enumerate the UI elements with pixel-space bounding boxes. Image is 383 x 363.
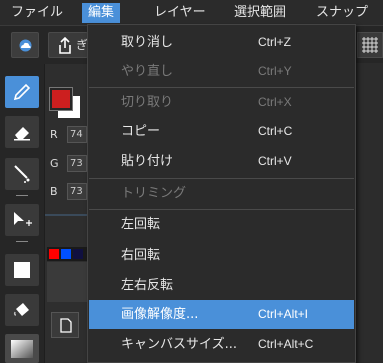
square-icon (14, 262, 30, 282)
menu-edit[interactable]: 編集 (82, 3, 121, 23)
menu-item-label: 右回転 (121, 248, 161, 263)
menu-file[interactable]: ファイル (11, 3, 63, 23)
menu-item-redo[interactable]: やり直し Ctrl+Y (89, 57, 354, 86)
cloud-icon (17, 39, 34, 56)
menu-item-label: 貼り付け (121, 154, 174, 169)
eraser-icon (12, 122, 32, 146)
g-value-field[interactable]: 73 (67, 155, 87, 172)
menu-item-cut[interactable]: 切り取り Ctrl+X (89, 88, 354, 117)
menu-item-undo[interactable]: 取り消し Ctrl+Z (89, 28, 354, 57)
grid-icon (362, 37, 378, 57)
menu-item-label: やり直し (121, 64, 174, 79)
page-button[interactable] (51, 312, 79, 338)
menu-item-label: トリミング (121, 186, 187, 201)
menu-item-label: キャンバスサイズ... (121, 337, 238, 352)
r-value-field[interactable]: 74 (67, 126, 87, 143)
share-icon (58, 36, 72, 58)
dropper-icon (12, 163, 32, 189)
primary-color-swatch[interactable] (49, 87, 73, 111)
menu-item-shortcut: Ctrl+Alt+I (258, 307, 309, 321)
pencil-icon (12, 82, 32, 106)
menu-item-flip-horizontal[interactable]: 左右反転 (89, 271, 354, 300)
menu-item-label: 左右反転 (121, 278, 174, 293)
export-button[interactable]: ぎ (48, 32, 88, 58)
right-panel-body (355, 63, 383, 363)
palette-swatch[interactable] (61, 249, 71, 259)
document-icon (60, 318, 72, 337)
bucket-icon (12, 300, 32, 324)
menu-item-shortcut: Ctrl+C (258, 124, 293, 138)
pen-tool-button[interactable] (5, 76, 39, 108)
cloud-button[interactable] (11, 32, 39, 58)
cursor-move-icon (11, 210, 33, 234)
b-label: B (50, 185, 58, 198)
tool-separator (16, 195, 28, 196)
right-panel (355, 27, 383, 363)
palette-area (47, 262, 87, 302)
menu-item-label: コピー (121, 124, 161, 139)
menu-item-paste[interactable]: 貼り付け Ctrl+V (89, 147, 354, 176)
menu-item-shortcut: Ctrl+Alt+C (258, 337, 314, 351)
menu-item-shortcut: Ctrl+Z (258, 35, 291, 49)
palette-swatch[interactable] (73, 249, 83, 259)
shape-tool-button[interactable] (5, 254, 39, 286)
menu-item-trim[interactable]: トリミング (89, 179, 354, 208)
grid-button[interactable] (357, 32, 383, 58)
tool-column (0, 64, 42, 363)
eraser-tool-button[interactable] (5, 116, 39, 148)
menu-item-rotate-right[interactable]: 右回転 (89, 241, 354, 270)
menu-item-canvas-size[interactable]: キャンバスサイズ... Ctrl+Alt+C (89, 330, 354, 359)
color-panel: R 74 G 73 B 73 (44, 64, 89, 363)
select-move-button[interactable] (5, 204, 39, 236)
palette-swatch[interactable] (49, 249, 59, 259)
b-value-field[interactable]: 73 (67, 183, 87, 200)
menu-item-label: 左回転 (121, 217, 161, 232)
menu-item-image-resolution[interactable]: 画像解像度... Ctrl+Alt+I (89, 300, 354, 329)
gradient-tool-button[interactable] (5, 334, 39, 363)
menu-item-label: 切り取り (121, 95, 174, 110)
tool-separator (16, 241, 28, 242)
palette-strip[interactable] (47, 247, 87, 261)
bucket-tool-button[interactable] (5, 294, 39, 326)
menu-selection[interactable]: 選択範囲 (234, 3, 286, 23)
panel-divider (45, 214, 89, 216)
g-label: G (50, 157, 59, 170)
gradient-icon (11, 340, 33, 362)
menu-snap[interactable]: スナップ (316, 3, 368, 23)
edit-menu-dropdown: 取り消し Ctrl+Z やり直し Ctrl+Y 切り取り Ctrl+X コピー … (87, 24, 356, 363)
menu-item-copy[interactable]: コピー Ctrl+C (89, 117, 354, 146)
menu-item-label: 取り消し (121, 35, 174, 50)
fill-tool-button[interactable] (5, 158, 39, 190)
menu-item-rotate-left[interactable]: 左回転 (89, 210, 354, 239)
menu-item-shortcut: Ctrl+X (258, 95, 292, 109)
menu-bar: ファイル 編集 レイヤー 選択範囲 スナップ (0, 0, 383, 26)
r-label: R (50, 128, 58, 141)
menu-layer[interactable]: レイヤー (154, 3, 206, 23)
menu-item-shortcut: Ctrl+V (258, 154, 292, 168)
menu-item-shortcut: Ctrl+Y (258, 64, 292, 78)
menu-item-label: 画像解像度... (121, 307, 199, 322)
